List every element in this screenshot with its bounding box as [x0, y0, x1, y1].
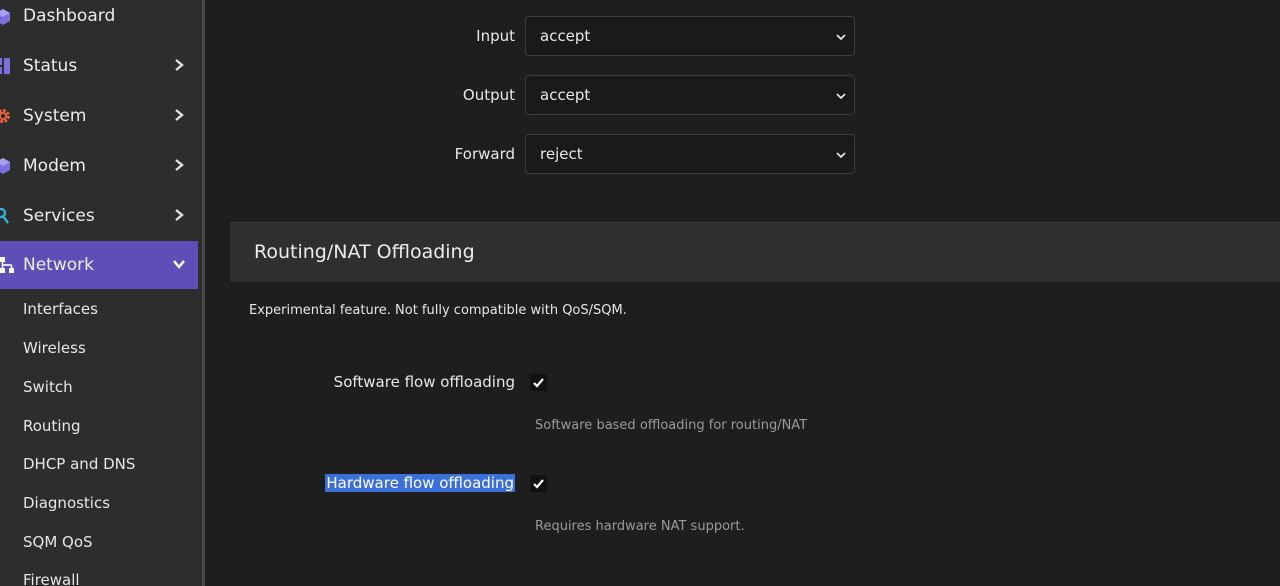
- software-offloading-hint: Software based offloading for routing/NA…: [535, 418, 808, 433]
- chevron-right-icon: [175, 109, 184, 121]
- select-value: accept: [540, 27, 591, 45]
- sidebar-subitem-routing[interactable]: Routing: [23, 417, 81, 435]
- chevron-right-icon: [175, 159, 184, 171]
- network-icon: [0, 257, 14, 273]
- output-policy-label: Output: [462, 86, 515, 104]
- sidebar-item-label: Services: [23, 206, 95, 226]
- sidebar: Dashboard Status System Modem Services N…: [0, 0, 202, 586]
- chevron-down-icon: [173, 260, 185, 269]
- hardware-offloading-checkbox[interactable]: [530, 475, 547, 492]
- sidebar-item-system[interactable]: System: [0, 92, 198, 140]
- select-value: reject: [540, 145, 583, 163]
- hardware-offloading-label-text: Hardware flow offloading: [325, 474, 515, 492]
- software-offloading-label-text: Software flow offloading: [333, 373, 515, 391]
- chevron-down-icon: [836, 34, 846, 41]
- input-policy-select[interactable]: accept: [525, 16, 855, 56]
- sidebar-subitem-diagnostics[interactable]: Diagnostics: [23, 494, 110, 512]
- checkmark-icon: [533, 378, 544, 388]
- sidebar-item-dashboard[interactable]: Dashboard: [0, 0, 198, 40]
- sidebar-subitem-interfaces[interactable]: Interfaces: [23, 300, 98, 318]
- sidebar-item-modem[interactable]: Modem: [0, 142, 198, 190]
- sidebar-item-label: Modem: [23, 156, 86, 176]
- software-offloading-label[interactable]: Software flow offloading: [215, 373, 515, 391]
- forward-policy-label: Forward: [454, 145, 515, 163]
- chevron-down-icon: [836, 152, 846, 159]
- section-description: Experimental feature. Not fully compatib…: [249, 303, 627, 318]
- checkmark-icon: [533, 479, 544, 489]
- sidebar-item-label: System: [23, 106, 87, 126]
- sidebar-subitem-dhcp-dns[interactable]: DHCP and DNS: [23, 455, 135, 473]
- chevron-right-icon: [175, 209, 184, 221]
- section-title: Routing/NAT Offloading: [254, 241, 475, 263]
- main-content: Input accept Output accept Forward rejec…: [205, 0, 1280, 586]
- gear-icon: [0, 109, 10, 123]
- chevron-right-icon: [175, 59, 184, 71]
- input-policy-label: Input: [476, 27, 515, 45]
- sidebar-item-label: Status: [23, 56, 78, 76]
- sidebar-subitem-firewall[interactable]: Firewall: [23, 571, 80, 586]
- cube-icon: [0, 158, 10, 174]
- sidebar-item-network[interactable]: Network: [0, 241, 198, 289]
- cube-icon: [0, 9, 10, 25]
- services-icon: [0, 208, 9, 224]
- select-value: accept: [540, 86, 591, 104]
- hardware-offloading-hint: Requires hardware NAT support.: [535, 519, 745, 534]
- sidebar-item-status[interactable]: Status: [0, 42, 198, 90]
- output-policy-select[interactable]: accept: [525, 75, 855, 115]
- section-header: Routing/NAT Offloading: [230, 222, 1280, 282]
- hardware-offloading-label[interactable]: Hardware flow offloading: [215, 474, 515, 492]
- sidebar-subitem-wireless[interactable]: Wireless: [23, 339, 86, 357]
- sidebar-item-label: Dashboard: [23, 6, 116, 26]
- forward-policy-select[interactable]: reject: [525, 134, 855, 174]
- software-offloading-checkbox[interactable]: [530, 374, 547, 391]
- sidebar-subitem-switch[interactable]: Switch: [23, 378, 73, 396]
- sidebar-item-label: Network: [23, 255, 94, 275]
- status-icon: [0, 58, 10, 74]
- sidebar-subitem-sqm-qos[interactable]: SQM QoS: [23, 533, 93, 551]
- sidebar-item-services[interactable]: Services: [0, 192, 198, 240]
- chevron-down-icon: [836, 93, 846, 100]
